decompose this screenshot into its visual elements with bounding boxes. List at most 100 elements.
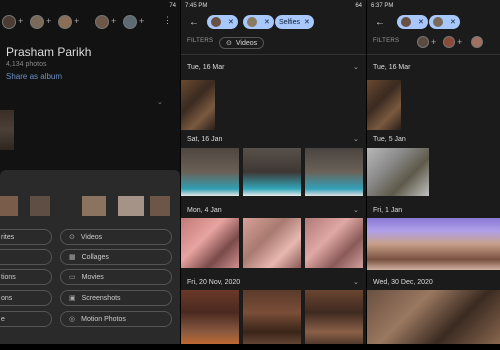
remove-chip-icon[interactable]: ✕ [304,18,310,26]
photo-thumbnail[interactable] [305,148,363,196]
photo-thumbnail[interactable] [181,148,239,196]
date-header: Tue, 16 Mar [187,64,225,71]
add-person-icon[interactable]: + [457,37,462,47]
photo-thumbnail[interactable] [243,290,301,346]
chevron-down-icon[interactable]: ⌄ [353,135,359,143]
add-person-icon[interactable]: + [111,16,116,26]
chip-album[interactable] [0,249,52,265]
chevron-down-icon[interactable]: ⌄ [157,98,163,106]
photo-thumbnail[interactable] [118,196,144,216]
photo-thumbnail[interactable] [305,218,363,268]
chip-favourites[interactable]: rites [0,229,52,245]
date-header: Tue, 5 Jan [373,136,406,143]
chip-screenshots[interactable]: ▣ Screenshots [60,290,172,306]
person-name[interactable]: Prasham Parikh [6,45,91,59]
status-bar: 7:45 PM 64 [181,0,366,12]
chip-label: e [1,315,5,323]
chip-animations[interactable]: tions [0,269,52,285]
date-header: Sat, 16 Jan [187,136,223,143]
avatar[interactable] [471,36,483,48]
share-as-album-link[interactable]: Share as album [6,72,62,81]
status-time: 6:37 PM [371,3,394,9]
photo-thumbnail[interactable] [367,80,401,130]
back-arrow-icon[interactable]: ← [375,17,385,28]
chip-creations[interactable]: ons [0,290,52,306]
remove-chip-icon[interactable]: ✕ [228,18,234,26]
photo-thumbnail[interactable] [181,290,239,346]
photo-thumbnail[interactable] [181,218,239,268]
add-person-icon[interactable]: + [139,16,144,26]
screenshot-icon: ▣ [69,295,76,302]
remove-chip-icon[interactable]: ✕ [418,18,424,26]
person-chip[interactable]: ✕ [243,15,274,29]
more-options-icon[interactable]: ⋮ [163,15,172,26]
photo-thumbnail[interactable] [243,218,301,268]
date-header: Mon, 4 Jan [187,207,222,214]
photo-thumbnail[interactable] [150,196,170,216]
photo-thumbnail[interactable] [367,218,500,270]
movie-icon: ▭ [69,274,76,281]
avatar [211,17,221,27]
photo-thumbnail[interactable] [82,196,106,216]
video-icon: ⊙ [69,234,75,241]
remove-chip-icon[interactable]: ✕ [264,18,270,26]
search-results-panel: 7:45 PM 64 ← ✕ ✕ Selfies ✕ FILTERS ⊙ Vid… [181,0,366,350]
chip-label: Collages [81,253,109,261]
video-icon: ⊙ [226,40,232,47]
divider [367,54,500,55]
avatar[interactable] [443,36,455,48]
photo-thumbnail[interactable] [0,110,14,150]
person-chip[interactable]: ✕ [207,15,238,29]
avatar [247,17,257,27]
filter-label: Videos [235,39,258,47]
photo-thumbnail[interactable] [181,80,215,130]
photo-thumbnail[interactable] [367,290,500,346]
avatar[interactable] [417,36,429,48]
person-chip[interactable]: ✕ [429,15,460,29]
chip-selfies[interactable]: e [0,311,52,327]
avatar[interactable] [58,15,72,29]
people-filter-row: + + + + + ⋮ [0,12,180,30]
chip-label: Motion Photos [81,315,126,323]
photo-thumbnail[interactable] [305,290,363,346]
filters-label: FILTERS [187,38,214,44]
avatar[interactable] [123,15,137,29]
remove-chip-icon[interactable]: ✕ [450,18,456,26]
chip-videos[interactable]: ⊙ Videos [60,229,172,245]
videos-filter-button[interactable]: ⊙ Videos [219,37,265,49]
avatar[interactable] [30,15,44,29]
navigation-bar [367,344,500,350]
chip-movies[interactable]: ▭ Movies [60,269,172,285]
photo-thumbnail[interactable] [0,196,18,216]
add-person-icon[interactable]: + [74,16,79,26]
chevron-down-icon[interactable]: ⌄ [353,206,359,214]
chip-motion-photos[interactable]: ◎ Motion Photos [60,311,172,327]
chip-label: Selfies [279,18,301,26]
chevron-down-icon[interactable]: ⌄ [353,63,359,71]
navigation-bar [181,344,366,350]
add-person-icon[interactable]: + [18,16,23,26]
chip-label: ons [1,294,13,302]
avatar [433,17,443,27]
date-header: Fri, 20 Nov, 2020 [187,279,241,286]
status-time: 7:45 PM [185,3,208,9]
chip-collages[interactable]: ▦ Collages [60,249,172,265]
status-bar: 6:37 PM [367,0,500,12]
photo-thumbnail[interactable] [30,196,50,216]
add-person-icon[interactable]: + [46,16,51,26]
search-bar: ← ✕ ✕ [367,12,500,34]
avatar[interactable] [95,15,109,29]
date-header: Tue, 16 Mar [373,64,411,71]
date-header: Wed, 30 Dec, 2020 [373,279,433,286]
navigation-bar [0,344,180,350]
selfies-chip[interactable]: Selfies ✕ [275,15,314,29]
avatar[interactable] [2,15,16,29]
chevron-down-icon[interactable]: ⌄ [353,278,359,286]
filters-label: FILTERS [373,38,400,44]
photo-thumbnail[interactable] [243,148,301,196]
add-person-icon[interactable]: + [431,37,436,47]
person-chip[interactable]: ✕ [397,15,428,29]
people-album-panel: 74 + + + + + ⋮ Prasham Parikh 4,134 phot… [0,0,180,350]
back-arrow-icon[interactable]: ← [189,17,199,28]
photo-thumbnail[interactable] [367,148,429,196]
